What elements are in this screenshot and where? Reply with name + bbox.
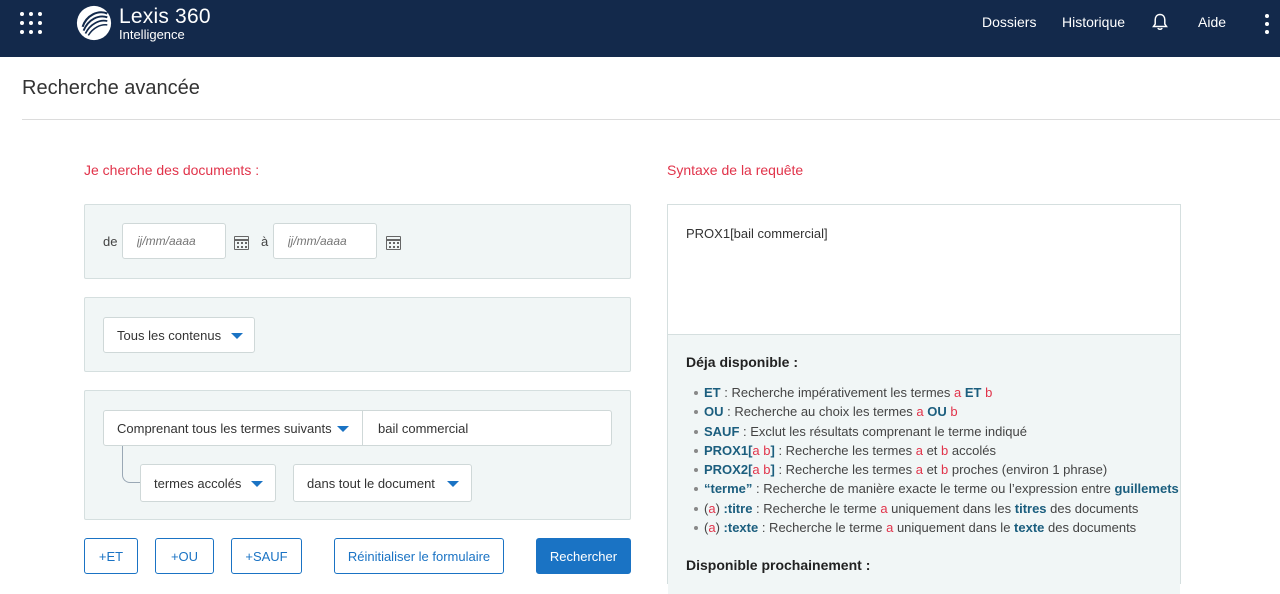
date-to-label: à [261, 234, 269, 249]
page-title: Recherche avancée [22, 77, 200, 99]
content-type-value: Tous les contenus [117, 327, 222, 343]
brand-subtitle: Intelligence [119, 26, 185, 42]
lexis-logo-icon [76, 5, 112, 41]
chevron-down-icon [251, 481, 263, 487]
date-range-panel: de à [84, 204, 631, 279]
list-item: (a) :titre : Recherche le terme a unique… [694, 499, 1179, 518]
notifications-bell-icon[interactable] [1152, 13, 1168, 31]
add-ou-button[interactable]: +OU [155, 538, 214, 574]
brand-name: Lexis 360 [119, 4, 211, 28]
content-type-select[interactable]: Tous les contenus [103, 317, 255, 353]
calendar-icon[interactable] [234, 236, 249, 250]
list-item: PROX1[a b] : Recherche les termes a et b… [694, 441, 1179, 460]
criteria-panel: Comprenant tous les termes suivants term… [84, 390, 631, 520]
match-mode-value: Comprenant tous les termes suivants [117, 420, 332, 436]
syntax-panel: PROX1[bail commercial] Déja disponible :… [667, 204, 1181, 594]
search-button[interactable]: Rechercher [536, 538, 631, 574]
form-heading: Je cherche des documents : [84, 162, 260, 178]
match-mode-select[interactable]: Comprenant tous les termes suivants [103, 410, 363, 446]
scope-select[interactable]: dans tout le document [293, 464, 472, 502]
nav-historique[interactable]: Historique [1062, 14, 1125, 30]
proximity-select[interactable]: termes accolés [140, 464, 276, 502]
nav-dossiers[interactable]: Dossiers [982, 14, 1036, 30]
reset-form-button[interactable]: Réinitialiser le formulaire [334, 538, 504, 574]
list-item: (a) :texte : Recherche le terme a unique… [694, 518, 1179, 537]
search-terms-input[interactable] [362, 410, 612, 446]
list-item: “terme” : Recherche de manière exacte le… [694, 479, 1179, 498]
proximity-value: termes accolés [154, 475, 242, 491]
chevron-down-icon [337, 426, 349, 432]
nav-aide[interactable]: Aide [1198, 14, 1226, 30]
list-item: SAUF : Exclut les résultats comprenant l… [694, 422, 1179, 441]
date-to-input[interactable] [273, 223, 377, 259]
content-type-panel: Tous les contenus [84, 297, 631, 372]
upcoming-heading: Disponible prochainement : [686, 557, 871, 573]
syntax-help: Déja disponible : ET : Recherche impérat… [668, 334, 1180, 594]
scope-value: dans tout le document [307, 475, 435, 491]
top-bar: Lexis 360 Intelligence Dossiers Historiq… [0, 0, 1280, 57]
chevron-down-icon [447, 481, 459, 487]
title-divider [22, 119, 1280, 120]
list-item: PROX2[a b] : Recherche les termes a et b… [694, 460, 1179, 479]
tree-connector [122, 446, 140, 483]
query-syntax-text: PROX1[bail commercial] [686, 226, 828, 241]
list-item: ET : Recherche impérativement les termes… [694, 383, 1179, 402]
calendar-icon[interactable] [386, 236, 401, 250]
more-options-icon[interactable] [1264, 14, 1270, 34]
brand-logo[interactable]: Lexis 360 Intelligence [75, 4, 211, 42]
available-heading: Déja disponible : [686, 354, 799, 370]
list-item: OU : Recherche au choix les termes a OU … [694, 402, 1179, 421]
syntax-heading: Syntaxe de la requête [667, 162, 804, 178]
add-et-button[interactable]: +ET [84, 538, 138, 574]
date-from-label: de [103, 234, 118, 249]
operator-list: ET : Recherche impérativement les termes… [694, 383, 1179, 537]
add-sauf-button[interactable]: +SAUF [231, 538, 302, 574]
date-from-input[interactable] [122, 223, 226, 259]
chevron-down-icon [231, 333, 243, 339]
apps-grid-icon[interactable] [20, 12, 42, 34]
